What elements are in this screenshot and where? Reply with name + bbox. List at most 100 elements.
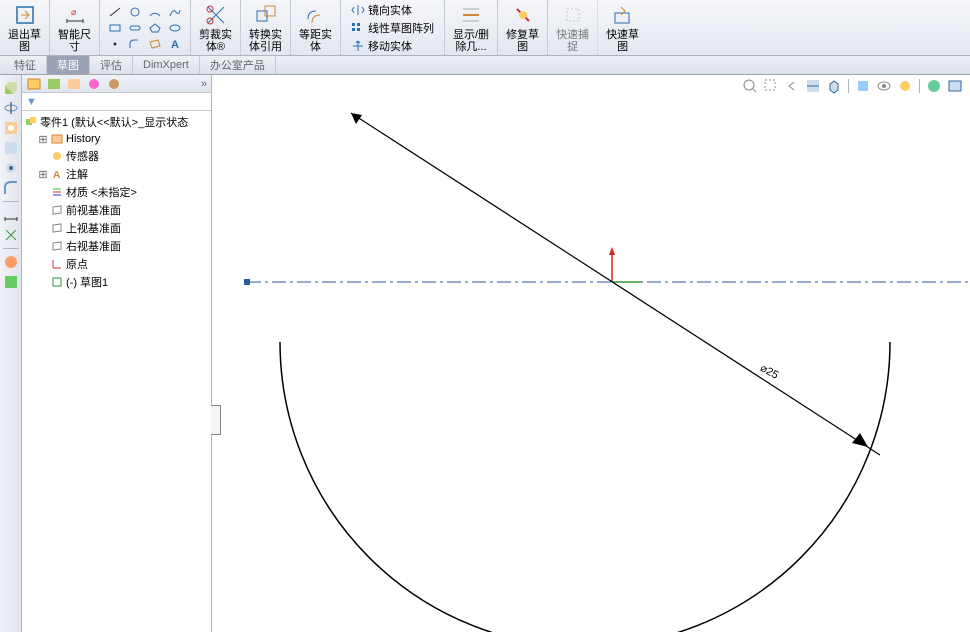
cut-revolve-icon[interactable]	[2, 139, 20, 157]
extrude-icon[interactable]	[2, 79, 20, 97]
line-tool-icon[interactable]	[106, 5, 124, 19]
smart-dimension-label: 智能尺寸	[58, 29, 91, 53]
tab-dimxpert[interactable]: DimXpert	[133, 56, 200, 74]
linear-pattern-button[interactable]: 线性草图阵列	[351, 20, 434, 36]
repair-sketch-button[interactable]: 修复草图	[504, 1, 541, 55]
mirror-icon	[351, 3, 365, 17]
tree-tab5-icon[interactable]	[106, 77, 122, 91]
sketch-arc[interactable]	[280, 342, 890, 632]
tree-item[interactable]: ⊞History	[38, 131, 209, 147]
tree-expand-icon[interactable]: »	[201, 78, 207, 90]
cut-icon[interactable]	[2, 119, 20, 137]
plane-icon	[50, 203, 64, 217]
tree-root[interactable]: 零件1 (默认<<默认>_显示状态	[24, 113, 209, 131]
tree-item[interactable]: 传感器	[38, 147, 209, 165]
offset-button[interactable]: 等距实体	[297, 1, 334, 55]
apply-scene-icon[interactable]	[925, 77, 943, 95]
view-orientation-icon[interactable]	[825, 77, 843, 95]
command-tabs: 特征 草图 评估 DimXpert 办公室产品	[0, 56, 970, 75]
tree-tab3-icon[interactable]	[66, 77, 82, 91]
tree-filter: ▼	[22, 93, 211, 111]
tree-item[interactable]: 右视基准面	[38, 237, 209, 255]
tab-sketch[interactable]: 草图	[47, 56, 90, 74]
pattern-label: 线性草图阵列	[368, 20, 434, 36]
exit-sketch-icon	[13, 3, 37, 27]
tree-tab1-icon[interactable]	[26, 77, 42, 91]
sketch-canvas	[212, 75, 970, 632]
tab-features[interactable]: 特征	[4, 56, 47, 74]
hole-icon[interactable]	[2, 159, 20, 177]
appearance-icon[interactable]	[2, 253, 20, 271]
sketch-line[interactable]	[351, 113, 880, 455]
panel-handle[interactable]	[211, 405, 221, 435]
previous-view-icon[interactable]	[783, 77, 801, 95]
tree-item[interactable]: 材质 <未指定>	[38, 183, 209, 201]
edit-appearance-icon[interactable]	[896, 77, 914, 95]
zoom-area-icon[interactable]	[762, 77, 780, 95]
show-hide-label: 显示/删除几...	[453, 29, 489, 53]
polygon-tool-icon[interactable]	[146, 21, 164, 35]
graphics-area[interactable]: ⌀25	[212, 75, 970, 632]
tree-tab2-icon[interactable]	[46, 77, 62, 91]
mirror-button[interactable]: 镜向实体	[351, 2, 434, 18]
pattern-icon	[351, 21, 365, 35]
plane-icon	[50, 221, 64, 235]
exit-sketch-button[interactable]: 退出草图	[6, 1, 43, 55]
convert-entities-button[interactable]: 转换实体引用	[247, 1, 284, 55]
tree-item[interactable]: 前视基准面	[38, 201, 209, 219]
tree-tab4-icon[interactable]	[86, 77, 102, 91]
tab-office[interactable]: 办公室产品	[200, 56, 276, 74]
plane-tool-icon[interactable]	[146, 37, 164, 51]
smart-dimension-button[interactable]: ⌀ 智能尺寸	[56, 1, 93, 55]
expand-icon[interactable]: ⊞	[38, 168, 48, 181]
view-settings-icon[interactable]	[946, 77, 964, 95]
slot-tool-icon[interactable]	[126, 21, 144, 35]
offset-icon	[304, 3, 328, 27]
point-tool-icon[interactable]	[106, 37, 124, 51]
smart-dimension-icon: ⌀	[63, 3, 87, 27]
tree-item[interactable]: 原点	[38, 255, 209, 273]
tree-item-label: 传感器	[66, 148, 99, 164]
revolve-icon[interactable]	[2, 99, 20, 117]
section-view-icon[interactable]	[804, 77, 822, 95]
tab-evaluate[interactable]: 评估	[90, 56, 133, 74]
display-style-icon[interactable]	[854, 77, 872, 95]
feature-tree-panel: » ▼ 零件1 (默认<<默认>_显示状态 ⊞History 传感器 ⊞A注解 …	[22, 75, 212, 632]
endpoint-handle[interactable]	[244, 279, 250, 285]
plane-icon	[50, 239, 64, 253]
expand-icon[interactable]: ⊞	[38, 133, 48, 146]
rapid-sketch-button[interactable]: 快速草图	[604, 1, 641, 55]
rapid-sketch-label: 快速草图	[606, 29, 639, 53]
move-icon	[351, 39, 365, 53]
show-hide-button[interactable]: 显示/删除几...	[451, 1, 491, 55]
tree-item[interactable]: ⊞A注解	[38, 165, 209, 183]
trim-button[interactable]: 剪裁实体®	[197, 1, 234, 55]
hide-show-icon[interactable]	[875, 77, 893, 95]
convert-icon	[254, 3, 278, 27]
exit-sketch-label: 退出草图	[8, 29, 41, 53]
move-entities-button[interactable]: 移动实体	[351, 38, 434, 54]
relation-icon[interactable]	[2, 226, 20, 244]
ellipse-tool-icon[interactable]	[166, 21, 184, 35]
snap-icon	[561, 3, 585, 27]
dimension-icon[interactable]	[2, 206, 20, 224]
scene-icon[interactable]	[2, 273, 20, 291]
arc-tool-icon[interactable]	[146, 5, 164, 19]
annotation-icon: A	[50, 167, 64, 181]
fillet-tool-icon[interactable]	[126, 37, 144, 51]
fillet-feature-icon[interactable]	[2, 179, 20, 197]
rectangle-tool-icon[interactable]	[106, 21, 124, 35]
material-icon	[50, 185, 64, 199]
trim-label: 剪裁实体®	[199, 29, 232, 53]
sketch-icon	[50, 275, 64, 289]
tree-item[interactable]: (-) 草图1	[38, 273, 209, 291]
convert-label: 转换实体引用	[249, 29, 282, 53]
tree-item-label: 上视基准面	[66, 220, 121, 236]
text-tool-icon[interactable]: A	[166, 37, 184, 51]
tree-item[interactable]: 上视基准面	[38, 219, 209, 237]
filter-icon[interactable]: ▼	[26, 96, 37, 108]
circle-tool-icon[interactable]	[126, 5, 144, 19]
svg-text:⌀: ⌀	[71, 7, 77, 17]
zoom-fit-icon[interactable]	[741, 77, 759, 95]
spline-tool-icon[interactable]	[166, 5, 184, 19]
